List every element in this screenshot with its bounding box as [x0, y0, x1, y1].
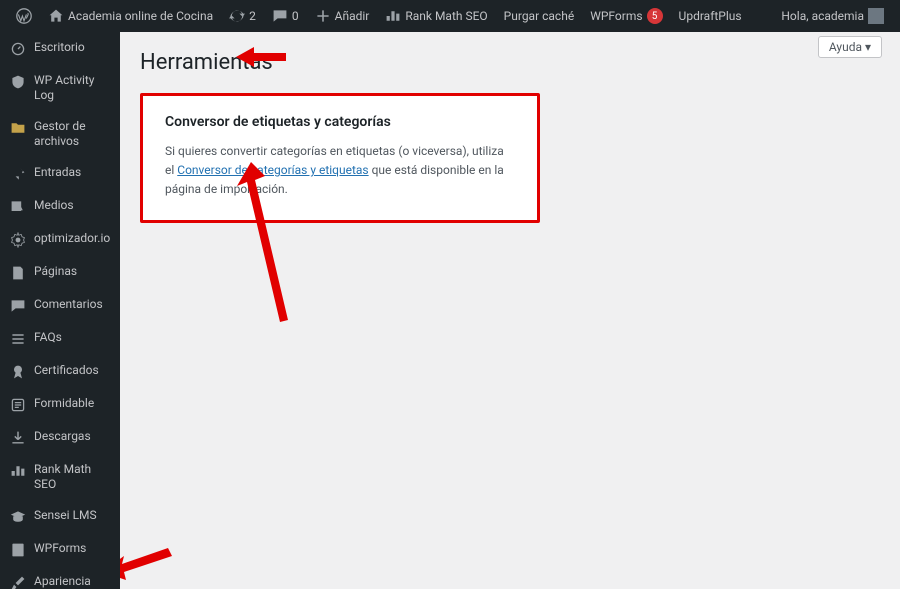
new-content[interactable]: Añadir	[307, 0, 378, 32]
my-account[interactable]: Hola, academia	[773, 0, 892, 32]
comment-icon	[10, 298, 26, 314]
rankmath-bar[interactable]: Rank Math SEO	[377, 0, 495, 32]
sidebar-item-label: FAQs	[34, 330, 62, 345]
site-name: Academia online de Cocina	[68, 9, 213, 23]
converter-card: Conversor de etiquetas y categorías Si q…	[140, 93, 540, 223]
avatar	[868, 8, 884, 24]
chart-icon	[10, 463, 26, 479]
sidebar-item-label: Sensei LMS	[34, 508, 97, 523]
updates-count: 2	[249, 9, 256, 23]
shield-icon	[10, 74, 26, 90]
sidebar-item-label: Formidable	[34, 396, 94, 411]
chart-icon	[385, 8, 401, 24]
sidebar-item-label: Descargas	[34, 429, 91, 444]
admin-bar-left: Academia online de Cocina 2 0 Añadir Ran…	[8, 0, 750, 32]
pin-icon	[10, 166, 26, 182]
page-icon	[10, 265, 26, 281]
brush-icon	[10, 575, 26, 589]
sidebar-item-optimizador[interactable]: optimizador.io	[0, 223, 120, 256]
sidebar-item-label: Medios	[34, 198, 74, 213]
sidebar-item-label: Entradas	[34, 165, 81, 180]
card-heading: Conversor de etiquetas y categorías	[165, 114, 515, 130]
wpforms-label: WPForms	[590, 9, 642, 23]
sidebar-item-comments[interactable]: Comentarios	[0, 289, 120, 322]
updates[interactable]: 2	[221, 0, 264, 32]
gear-icon	[10, 232, 26, 248]
card-text: Si quieres convertir categorías en etiqu…	[165, 142, 515, 200]
sidebar-item-activity-log[interactable]: WP Activity Log	[0, 65, 120, 111]
site-home[interactable]: Academia online de Cocina	[40, 0, 221, 32]
sidebar-item-media[interactable]: Medios	[0, 190, 120, 223]
admin-bar: Academia online de Cocina 2 0 Añadir Ran…	[0, 0, 900, 32]
wordpress-icon	[16, 8, 32, 24]
sidebar-item-sensei[interactable]: Sensei LMS	[0, 500, 120, 533]
sidebar-item-label: Certificados	[34, 363, 99, 378]
plus-icon	[315, 8, 331, 24]
download-icon	[10, 430, 26, 446]
cap-icon	[10, 509, 26, 525]
sidebar-item-faqs[interactable]: FAQs	[0, 322, 120, 355]
admin-bar-right: Hola, academia	[773, 0, 892, 32]
sidebar-item-rankmath[interactable]: Rank Math SEO	[0, 454, 120, 500]
chevron-down-icon: ▾	[865, 40, 871, 54]
sidebar-item-label: Páginas	[34, 264, 77, 279]
add-new-label: Añadir	[335, 9, 370, 23]
sidebar-item-wpforms[interactable]: WPForms	[0, 533, 120, 566]
help-label: Ayuda	[829, 40, 862, 54]
sidebar-item-label: optimizador.io	[34, 231, 110, 246]
purge-cache[interactable]: Purgar caché	[496, 0, 583, 32]
form-icon	[10, 397, 26, 413]
sidebar-item-posts[interactable]: Entradas	[0, 157, 120, 190]
comments-count: 0	[292, 9, 299, 23]
home-icon	[48, 8, 64, 24]
sidebar-item-dashboard[interactable]: Escritorio	[0, 32, 120, 65]
form-icon	[10, 542, 26, 558]
page-title: Herramientas	[140, 42, 880, 93]
help-button[interactable]: Ayuda ▾	[818, 36, 882, 58]
wpforms-badge: 5	[647, 8, 663, 24]
updraft-label: UpdraftPlus	[679, 9, 742, 23]
list-icon	[10, 331, 26, 347]
sidebar-item-file-manager[interactable]: Gestor de archivos	[0, 111, 120, 157]
sidebar-item-pages[interactable]: Páginas	[0, 256, 120, 289]
sidebar-item-downloads[interactable]: Descargas	[0, 421, 120, 454]
content-area: Ayuda ▾ Herramientas Conversor de etique…	[120, 32, 900, 589]
updraft-bar[interactable]: UpdraftPlus	[671, 0, 750, 32]
wp-logo[interactable]	[8, 0, 40, 32]
sidebar-item-formidable[interactable]: Formidable	[0, 388, 120, 421]
admin-sidebar: Escritorio WP Activity Log Gestor de arc…	[0, 32, 120, 589]
comment-icon	[272, 8, 288, 24]
greeting: Hola, academia	[781, 9, 864, 23]
dashboard-icon	[10, 41, 26, 57]
sidebar-item-label: Apariencia	[34, 574, 91, 589]
wpforms-bar[interactable]: WPForms 5	[582, 0, 670, 32]
sidebar-item-appearance[interactable]: Apariencia	[0, 566, 120, 589]
sidebar-item-certificates[interactable]: Certificados	[0, 355, 120, 388]
updates-icon	[229, 8, 245, 24]
sidebar-item-label: Escritorio	[34, 40, 85, 55]
award-icon	[10, 364, 26, 380]
sidebar-item-label: Comentarios	[34, 297, 103, 312]
converter-link[interactable]: Conversor de categorías y etiquetas	[177, 163, 368, 177]
annotation-arrow	[120, 540, 172, 584]
sidebar-item-label: WP Activity Log	[34, 73, 110, 103]
rankmath-label: Rank Math SEO	[405, 9, 487, 23]
sidebar-item-label: Rank Math SEO	[34, 462, 110, 492]
sidebar-item-label: Gestor de archivos	[34, 119, 110, 149]
folder-icon	[10, 120, 26, 136]
comments[interactable]: 0	[264, 0, 307, 32]
purge-label: Purgar caché	[504, 9, 575, 23]
media-icon	[10, 199, 26, 215]
sidebar-item-label: WPForms	[34, 541, 86, 556]
